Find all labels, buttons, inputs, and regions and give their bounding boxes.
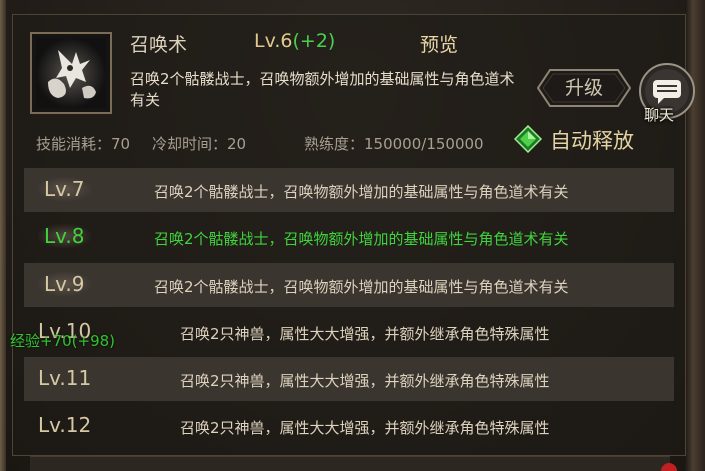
bottom-divider xyxy=(30,456,670,471)
level-description: 召唤2只神兽，属性大大增强，并额外继承角色特殊属性 xyxy=(180,325,550,343)
skill-name: 召唤术 xyxy=(130,34,188,56)
level-row-8: Lv.8 召唤2个骷髅战士，召唤物额外增加的基础属性与角色道术有关 xyxy=(24,215,674,259)
chat-label: 聊天 xyxy=(644,106,675,124)
exp-gain-popup: 经验+70(+98) xyxy=(10,332,116,350)
upgrade-label: 升级 xyxy=(564,77,603,99)
skeleton-summon-icon xyxy=(30,32,112,114)
level-label: Lv.12 xyxy=(38,413,92,437)
auto-release-label[interactable]: 自动释放 xyxy=(550,125,634,155)
level-description: 召唤2只神兽，属性大大增强，并额外继承角色特殊属性 xyxy=(180,372,550,390)
level-description: 召唤2只神兽，属性大大增强，并额外继承角色特殊属性 xyxy=(180,419,550,437)
skill-cooldown: 冷却时间：20 xyxy=(152,135,247,153)
level-row-10: Lv.10 召唤2只神兽，属性大大增强，并额外继承角色特殊属性 xyxy=(24,310,674,354)
preview-button[interactable]: 预览 xyxy=(420,30,458,57)
level-label: Lv.9 xyxy=(38,272,91,296)
level-row-7: Lv.7 召唤2个骷髅战士，召唤物额外增加的基础属性与角色道术有关 xyxy=(24,168,674,212)
skill-description: 召唤2个骷髅战士，召唤物额外增加的基础属性与角色道术有关 xyxy=(130,70,515,109)
skill-cost: 技能消耗：70 xyxy=(36,135,131,153)
level-description: 召唤2个骷髅战士，召唤物额外增加的基础属性与角色道术有关 xyxy=(154,183,569,201)
upgrade-button[interactable]: 升级 xyxy=(536,68,632,108)
level-label: Lv.7 xyxy=(38,177,91,201)
skill-level: Lv.6(+2) xyxy=(254,30,335,52)
level-description: 召唤2个骷髅战士，召唤物额外增加的基础属性与角色道术有关 xyxy=(154,230,569,248)
level-label: Lv.8 xyxy=(38,224,91,248)
skill-level-bonus: (+2) xyxy=(292,30,336,52)
level-row-9: Lv.9 召唤2个骷髅战士，召唤物额外增加的基础属性与角色道术有关 xyxy=(24,263,674,307)
green-diamond-icon[interactable] xyxy=(514,125,542,153)
level-label: Lv.11 xyxy=(38,366,92,390)
skill-level-value: Lv.6 xyxy=(254,30,293,52)
level-row-12: Lv.12 召唤2只神兽，属性大大增强，并额外继承角色特殊属性 xyxy=(24,404,674,448)
skill-proficiency: 熟练度：150000/150000 xyxy=(304,135,484,153)
level-row-11: Lv.11 召唤2只神兽，属性大大增强，并额外继承角色特殊属性 xyxy=(24,357,674,401)
window-left-border xyxy=(0,0,6,471)
level-description: 召唤2个骷髅战士，召唤物额外增加的基础属性与角色道术有关 xyxy=(154,278,569,296)
